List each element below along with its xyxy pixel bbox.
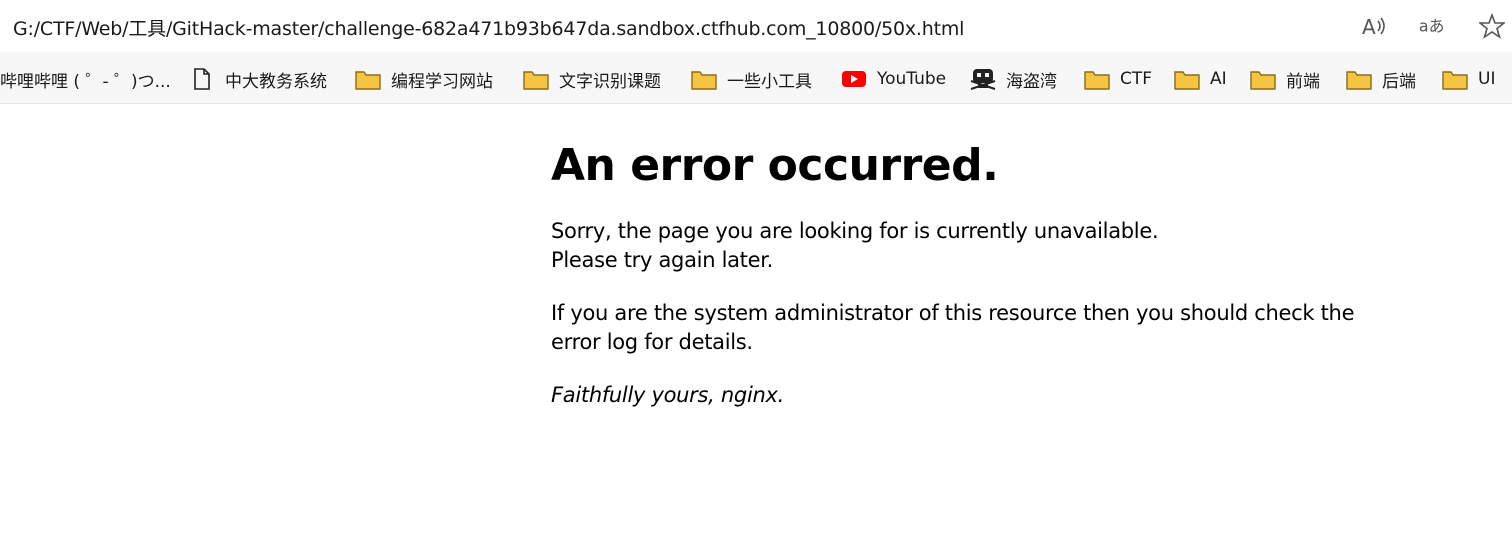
translate-icon[interactable]: aあ <box>1418 12 1446 40</box>
admin-message: If you are the system administrator of t… <box>551 299 1451 357</box>
bookmark-label: 一些小工具 <box>727 71 812 92</box>
folder-icon <box>1442 68 1468 90</box>
folder-icon <box>1250 68 1276 90</box>
read-aloud-icon[interactable]: A <box>1360 12 1388 40</box>
error-heading: An error occurred. <box>551 140 999 191</box>
address-bar: G:/CTF/Web/工具/GitHack-master/challenge-6… <box>0 0 1512 52</box>
folder-icon <box>1084 68 1110 90</box>
bookmark-folder-ctf[interactable]: CTF <box>1084 66 1152 92</box>
folder-icon <box>1174 68 1200 90</box>
bookmark-label: 海盗湾 <box>1006 71 1057 92</box>
svg-text:aあ: aあ <box>1419 17 1445 36</box>
bookmark-folder-ai[interactable]: AI <box>1174 66 1227 92</box>
error-log-line: error log for details. <box>551 330 753 354</box>
pirate-icon <box>970 68 996 90</box>
bookmark-youtube[interactable]: YouTube <box>841 66 946 92</box>
error-page-content: An error occurred. Sorry, the page you a… <box>551 140 1451 434</box>
svg-text:A: A <box>1362 15 1376 38</box>
folder-icon <box>355 68 381 90</box>
bookmark-folder-backend[interactable]: 后端 <box>1346 66 1416 92</box>
folder-icon <box>1346 68 1372 90</box>
try-again-line: Please try again later. <box>551 248 774 272</box>
bookmarks-bar: 哔哩哔哩 ( ゜- ゜)つ... 中大教务系统 编程学习网站 文字识别课题 一些… <box>0 52 1512 104</box>
bookmark-folder-ocr[interactable]: 文字识别课题 <box>523 66 661 92</box>
bookmark-bilibili[interactable]: 哔哩哔哩 ( ゜- ゜)つ... <box>0 66 171 92</box>
bookmark-label: 哔哩哔哩 ( ゜- ゜)つ... <box>0 71 171 92</box>
bookmark-label: 文字识别课题 <box>559 71 661 92</box>
bookmark-pirate-bay[interactable]: 海盗湾 <box>970 66 1057 92</box>
bookmark-label: YouTube <box>877 69 947 89</box>
url-field[interactable]: G:/CTF/Web/工具/GitHack-master/challenge-6… <box>13 14 964 41</box>
bookmark-label: AI <box>1210 69 1227 89</box>
page-icon <box>189 68 215 90</box>
folder-icon <box>523 68 549 90</box>
bookmark-sysu-academic[interactable]: 中大教务系统 <box>189 66 327 92</box>
bookmark-label: 后端 <box>1382 71 1416 92</box>
bookmark-label: UI <box>1478 69 1496 89</box>
bookmark-folder-programming[interactable]: 编程学习网站 <box>355 66 493 92</box>
bookmark-folder-frontend[interactable]: 前端 <box>1250 66 1320 92</box>
unavailable-line: Sorry, the page you are looking for is c… <box>551 219 1159 243</box>
bookmark-folder-tools[interactable]: 一些小工具 <box>691 66 812 92</box>
signature: Faithfully yours, nginx. <box>551 383 784 407</box>
bookmark-label: 中大教务系统 <box>225 71 327 92</box>
bookmark-label: 前端 <box>1286 71 1320 92</box>
bookmark-folder-ui[interactable]: UI <box>1442 66 1495 92</box>
bookmark-label: 编程学习网站 <box>391 71 493 92</box>
admin-line: If you are the system administrator of t… <box>551 301 1355 325</box>
youtube-icon <box>841 68 867 90</box>
favorite-star-icon[interactable] <box>1478 12 1506 40</box>
bookmark-label: CTF <box>1120 69 1153 89</box>
unavailable-message: Sorry, the page you are looking for is c… <box>551 217 1451 275</box>
folder-icon <box>691 68 717 90</box>
